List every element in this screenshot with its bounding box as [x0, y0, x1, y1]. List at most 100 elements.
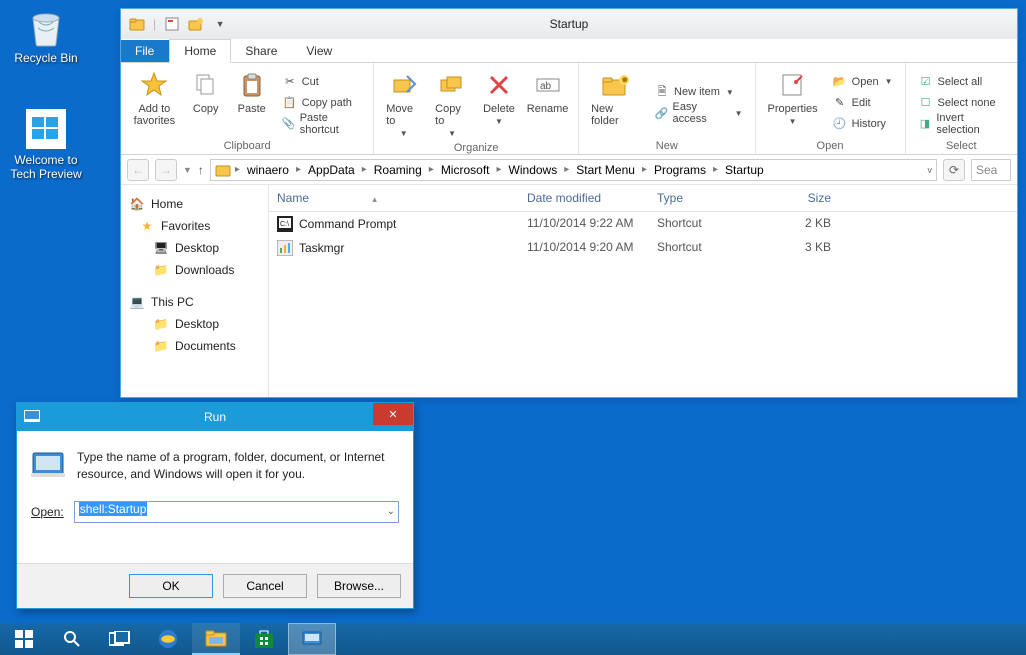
nav-downloads[interactable]: 📁Downloads	[121, 259, 268, 281]
select-all-button[interactable]: ☑Select all	[914, 72, 1009, 92]
desktop-icon-welcome[interactable]: Welcome to Tech Preview	[8, 108, 84, 182]
file-list: Name ▴ Date modified Type Size C:\Comman…	[269, 185, 1017, 397]
run-dialog: Run ✕ Type the name of a program, folder…	[16, 402, 414, 609]
scissors-icon: ✂	[282, 74, 298, 90]
svg-text:✹: ✹	[621, 75, 629, 85]
chevron-down-icon[interactable]: ▼	[212, 16, 228, 32]
column-name[interactable]: Name ▴	[269, 185, 519, 211]
breadcrumb-item[interactable]: Programs	[651, 163, 709, 177]
copy-button[interactable]: Copy	[186, 67, 226, 138]
edit-button[interactable]: ✎Edit	[828, 93, 897, 113]
forward-button[interactable]: →	[155, 159, 177, 181]
tab-home[interactable]: Home	[169, 39, 231, 63]
home-icon: 🏠	[129, 196, 145, 212]
edit-icon: ✎	[832, 95, 848, 111]
breadcrumb-item[interactable]: winaero	[244, 163, 292, 177]
new-folder-icon[interactable]	[188, 16, 204, 32]
chevron-right-icon[interactable]: ▸	[233, 164, 242, 175]
add-to-favorites-button[interactable]: Add to favorites	[129, 67, 180, 138]
rename-button[interactable]: abRename	[525, 67, 570, 140]
desktop-icon-recycle-bin[interactable]: Recycle Bin	[8, 6, 84, 65]
folder-icon[interactable]	[129, 16, 145, 32]
run-titlebar[interactable]: Run ✕	[17, 403, 413, 431]
open-button[interactable]: 📂Open▼	[828, 72, 897, 92]
invert-selection-button[interactable]: ◨Invert selection	[914, 114, 1009, 134]
chevron-right-icon[interactable]: ▸	[427, 164, 436, 175]
easy-access-button[interactable]: 🔗Easy access▼	[650, 103, 746, 123]
cancel-button[interactable]: Cancel	[223, 574, 307, 598]
shortcut-icon: 📎	[282, 116, 296, 132]
history-button[interactable]: 🕘History	[828, 114, 897, 134]
breadcrumb-item[interactable]: Startup	[722, 163, 767, 177]
chevron-right-icon[interactable]: ▸	[360, 164, 369, 175]
desktop-icon-label: Welcome to Tech Preview	[8, 153, 84, 182]
nav-home[interactable]: 🏠Home	[121, 193, 268, 215]
recent-locations-dropdown[interactable]: ▼	[183, 165, 192, 175]
tab-file[interactable]: File	[121, 40, 169, 62]
file-row[interactable]: C:\Command Prompt 11/10/2014 9:22 AM Sho…	[269, 212, 1017, 236]
nav-pc-desktop[interactable]: 📁Desktop	[121, 313, 268, 335]
up-button[interactable]: ↑	[198, 163, 204, 177]
task-view-button[interactable]	[96, 623, 144, 655]
downloads-icon: 📁	[153, 262, 169, 278]
taskbar-store[interactable]	[240, 623, 288, 655]
cut-button[interactable]: ✂Cut	[278, 72, 366, 92]
ok-button[interactable]: OK	[129, 574, 213, 598]
nav-documents[interactable]: 📁Documents	[121, 335, 268, 357]
nav-desktop[interactable]: 🖥Desktop	[121, 237, 268, 259]
close-icon: ✕	[388, 408, 397, 421]
breadcrumb-item[interactable]: Start Menu	[573, 163, 638, 177]
explorer-titlebar[interactable]: | ▼ Startup	[121, 9, 1017, 39]
delete-button[interactable]: Delete▼	[479, 67, 519, 140]
column-size[interactable]: Size	[759, 185, 839, 211]
folder-icon	[215, 162, 231, 178]
breadcrumb-item[interactable]: AppData	[305, 163, 358, 177]
column-type[interactable]: Type	[649, 185, 759, 211]
chevron-down-icon[interactable]: ⌄	[387, 506, 395, 517]
chevron-right-icon[interactable]: ▸	[294, 164, 303, 175]
taskbar-explorer[interactable]	[192, 623, 240, 655]
tab-share[interactable]: Share	[231, 40, 292, 62]
select-none-button[interactable]: ☐Select none	[914, 93, 1009, 113]
paste-icon	[236, 69, 268, 101]
close-button[interactable]: ✕	[373, 403, 413, 425]
copy-path-button[interactable]: 📋Copy path	[278, 93, 366, 113]
paste-shortcut-button[interactable]: 📎Paste shortcut	[278, 114, 366, 134]
chevron-right-icon[interactable]: ▸	[640, 164, 649, 175]
breadcrumb[interactable]: ▸ winaero▸ AppData▸ Roaming▸ Microsoft▸ …	[210, 159, 937, 181]
file-row[interactable]: Taskmgr 11/10/2014 9:20 AM Shortcut 3 KB	[269, 236, 1017, 260]
properties-button[interactable]: Properties▼	[764, 67, 822, 138]
open-icon: 📂	[832, 74, 848, 90]
tab-view[interactable]: View	[292, 40, 347, 62]
search-button[interactable]	[48, 623, 96, 655]
back-button[interactable]: ←	[127, 159, 149, 181]
nav-this-pc[interactable]: 💻This PC	[121, 291, 268, 313]
move-to-button[interactable]: Move to▼	[382, 67, 425, 140]
ribbon-group-label: Organize	[382, 140, 570, 154]
svg-text:C:\: C:\	[280, 221, 289, 228]
taskbar-run[interactable]	[288, 623, 336, 655]
start-button[interactable]	[0, 623, 48, 655]
breadcrumb-item[interactable]: Microsoft	[438, 163, 493, 177]
chevron-right-icon[interactable]: ▸	[711, 164, 720, 175]
chevron-right-icon[interactable]: ▸	[495, 164, 504, 175]
properties-icon[interactable]	[164, 16, 180, 32]
browse-button[interactable]: Browse...	[317, 574, 401, 598]
paste-button[interactable]: Paste	[232, 67, 272, 138]
refresh-button[interactable]: ⟳	[943, 159, 965, 181]
column-date[interactable]: Date modified	[519, 185, 649, 211]
address-dropdown[interactable]: v	[928, 165, 933, 175]
breadcrumb-item[interactable]: Windows	[506, 163, 561, 177]
nav-favorites[interactable]: ★Favorites	[121, 215, 268, 237]
new-item-button[interactable]: 🗎New item▼	[650, 82, 746, 102]
pc-icon: 💻	[129, 294, 145, 310]
taskbar-ie[interactable]	[144, 623, 192, 655]
copy-to-button[interactable]: Copy to▼	[431, 67, 473, 140]
breadcrumb-item[interactable]: Roaming	[371, 163, 425, 177]
search-input[interactable]: Sea	[971, 159, 1011, 181]
run-input[interactable]: shell:Startup ⌄	[74, 501, 399, 523]
ribbon-group-label: Open	[764, 138, 897, 152]
chevron-right-icon[interactable]: ▸	[562, 164, 571, 175]
new-folder-button[interactable]: ✹New folder	[587, 67, 644, 138]
desktop-icon-label: Recycle Bin	[8, 51, 84, 65]
